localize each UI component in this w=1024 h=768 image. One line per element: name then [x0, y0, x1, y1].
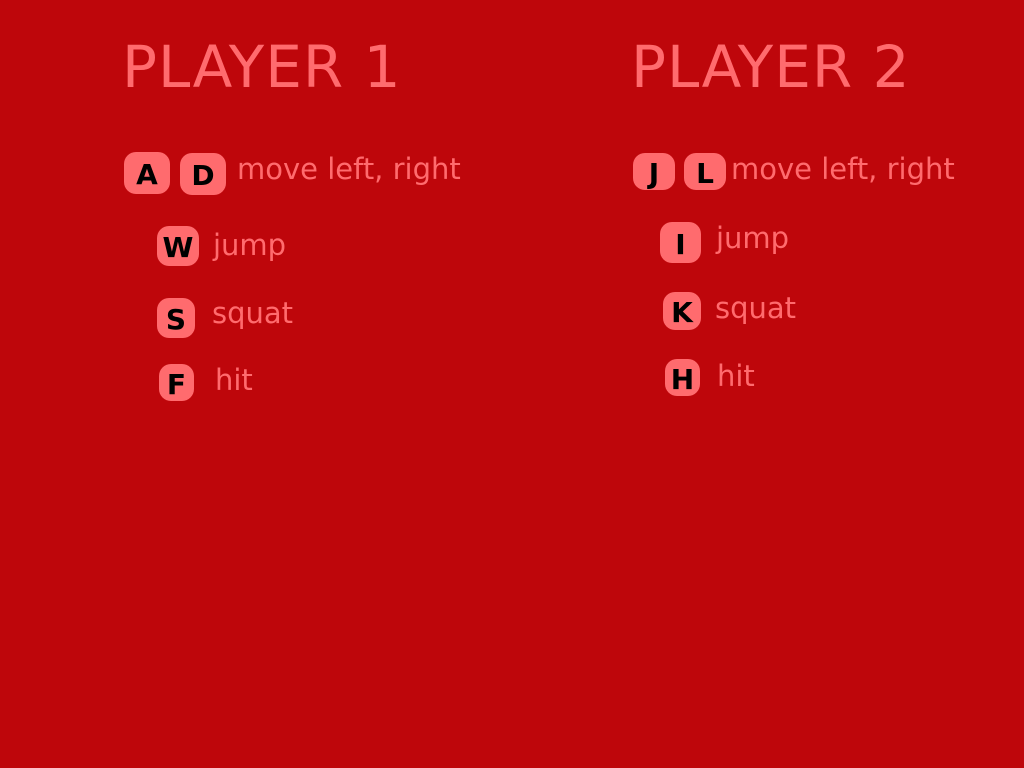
- key-d: D: [180, 153, 226, 195]
- key-i: I: [660, 222, 701, 263]
- action-squat: squat: [212, 296, 294, 330]
- key-l: L: [684, 153, 726, 190]
- action-hit: hit: [215, 363, 253, 397]
- key-s: S: [157, 298, 195, 338]
- key-k: K: [663, 292, 701, 330]
- action-squat: squat: [715, 291, 797, 325]
- action-hit: hit: [717, 359, 755, 393]
- key-a: A: [124, 152, 170, 194]
- key-j: J: [633, 153, 675, 190]
- action-jump: jump: [716, 221, 790, 255]
- action-move-left-right: move left, right: [237, 152, 461, 186]
- player2-title: PLAYER 2: [631, 33, 911, 101]
- key-w: W: [157, 226, 199, 266]
- player1-title: PLAYER 1: [122, 33, 402, 101]
- key-h: H: [665, 359, 700, 396]
- action-move-left-right: move left, right: [731, 152, 955, 186]
- key-f: F: [159, 364, 194, 401]
- action-jump: jump: [213, 228, 287, 262]
